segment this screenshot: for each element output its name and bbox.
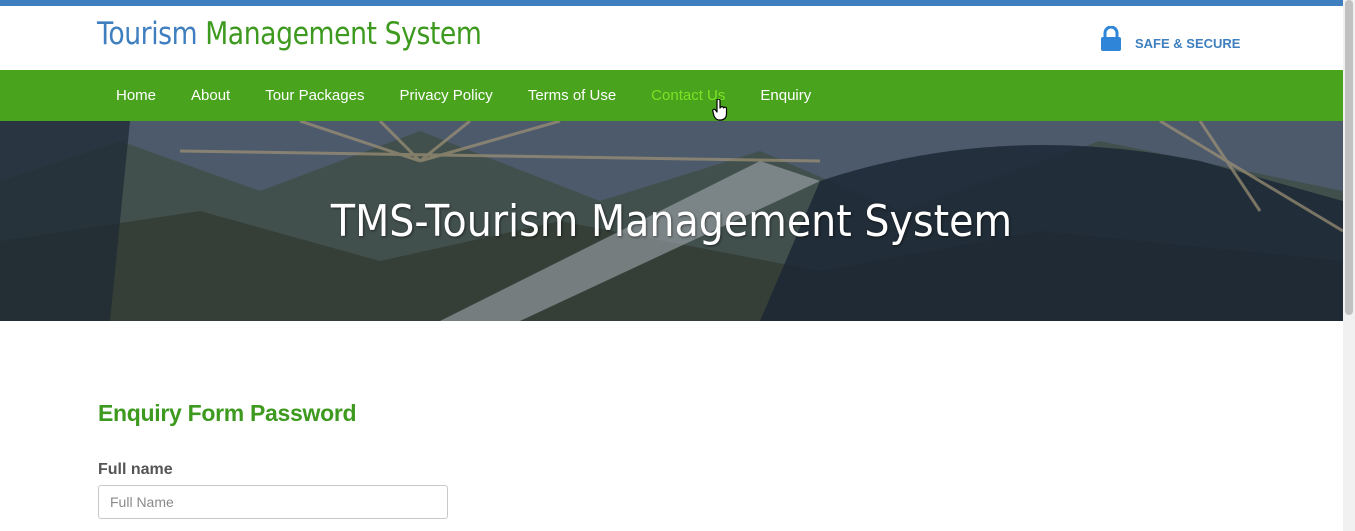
nav-item-terms-of-use[interactable]: Terms of Use (528, 70, 616, 121)
scrollbar-thumb[interactable] (1345, 0, 1353, 315)
hero-title: TMS-Tourism Management System (330, 196, 1013, 247)
logo-word-tourism: Tourism (97, 16, 198, 52)
nav-item-about[interactable]: About (191, 70, 230, 121)
hand-pointer-icon (712, 98, 728, 126)
site-logo[interactable]: Tourism Management System (97, 16, 482, 52)
nav-item-tour-packages[interactable]: Tour Packages (265, 70, 364, 121)
nav-item-privacy-policy[interactable]: Privacy Policy (399, 70, 492, 121)
fullname-input[interactable] (98, 485, 448, 519)
safe-secure-label: SAFE & SECURE (1135, 35, 1241, 51)
enquiry-form-heading: Enquiry Form Password (98, 400, 357, 426)
lock-icon (1100, 26, 1122, 52)
fullname-label: Full name (98, 461, 173, 478)
main-nav: Home About Tour Packages Privacy Policy … (0, 70, 1343, 121)
page-scrollbar[interactable] (1343, 0, 1355, 531)
nav-item-home[interactable]: Home (116, 70, 156, 121)
safe-secure-badge: SAFE & SECURE (1100, 26, 1240, 52)
nav-item-enquiry[interactable]: Enquiry (760, 70, 811, 121)
logo-word-management-system: Management System (205, 16, 482, 52)
site-header: Tourism Management System SAFE & SECURE (0, 6, 1343, 70)
hero-banner: TMS-Tourism Management System (0, 121, 1343, 321)
